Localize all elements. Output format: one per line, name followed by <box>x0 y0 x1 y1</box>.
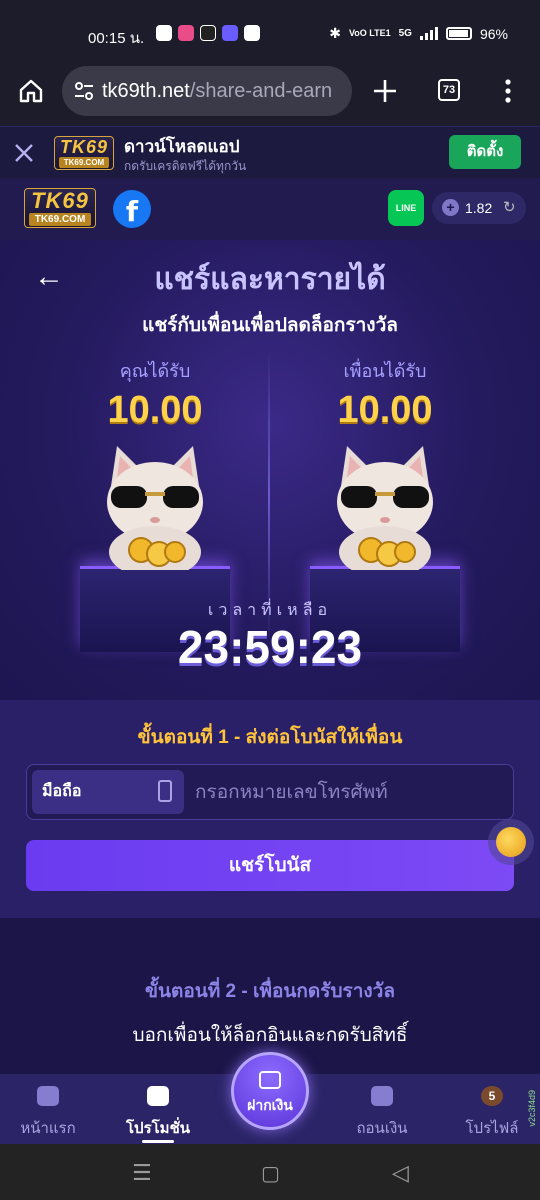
nav-home-label: หน้าแรก <box>20 1120 76 1137</box>
site-logo[interactable]: TK69 TK69.COM <box>24 188 96 228</box>
logo-domain: TK69.COM <box>59 157 109 168</box>
step1-heading: ขั้นตอนที่ 1 - ส่งต่อโบนัสให้เพื่อน <box>137 727 403 748</box>
url-host: tk69th.net <box>102 80 190 102</box>
chat-notification-icon <box>244 25 260 41</box>
step2-heading: ขั้นตอนที่ 2 - เพื่อนกดรับรางวัล <box>145 981 395 1002</box>
banner-title: ดาวน์โหลดแอป <box>124 137 240 156</box>
gift-icon <box>147 1086 169 1106</box>
floating-coin-icon[interactable] <box>496 827 526 857</box>
facebook-icon[interactable]: f <box>113 190 151 228</box>
nav-profile[interactable]: 5 โปรไฟล์ <box>444 1084 540 1140</box>
add-funds-icon[interactable]: + <box>442 199 459 216</box>
nav-withdraw[interactable]: ถอนเงิน <box>334 1084 430 1140</box>
notification-icons <box>156 25 260 41</box>
signal-icon <box>419 27 438 40</box>
site-header: TK69 TK69.COM f LINE + 1.82 ↻ <box>0 178 540 240</box>
recent-apps-icon[interactable]: ☰ <box>132 1160 152 1186</box>
phone-number-input[interactable] <box>195 775 495 811</box>
app-notification-icon <box>178 25 194 41</box>
site-logo-text: TK69 <box>31 188 89 213</box>
cat-with-coins-image <box>107 446 203 570</box>
balance-amount: 1.82 <box>465 200 493 216</box>
share-earn-hero: ← แชร์และหารายได้ แชร์กับเพื่อนเพื่อปลดล… <box>0 240 540 700</box>
network-type: 5G <box>398 28 412 39</box>
share-bonus-button[interactable]: แชร์โบนัส <box>26 840 514 891</box>
deposit-label: ฝากเงิน <box>247 1097 293 1113</box>
page-title: แชร์และหารายได้ <box>154 263 386 296</box>
nav-withdraw-label: ถอนเงิน <box>356 1120 408 1137</box>
step2-description: บอกเพื่อนให้ล็อกอินและกดรับสิทธิ์ <box>132 1025 408 1046</box>
balance-pill: + 1.82 ↻ <box>432 192 526 224</box>
home-icon[interactable] <box>18 78 44 104</box>
url-path: /share-and-earn <box>189 80 333 102</box>
tiktok-notification-icon <box>200 25 216 41</box>
deposit-icon <box>259 1071 281 1089</box>
cat-with-coins-image-friend <box>337 446 433 570</box>
mobile-phone-icon <box>158 780 172 802</box>
profile-badge-icon: 5 <box>481 1086 503 1106</box>
home-button-icon[interactable]: ▢ <box>261 1161 280 1186</box>
friend-receive-panel: เพื่อนได้รับ 10.00 <box>280 356 490 432</box>
site-logo-domain: TK69.COM <box>29 213 91 226</box>
bluetooth-icon: ✱ <box>329 25 341 41</box>
nav-promotions[interactable]: โปรโมชั่น <box>110 1084 206 1143</box>
network-label: VoO LTE1 <box>348 28 391 38</box>
version-label: v2c3f4d9 <box>527 1090 537 1127</box>
step1-section: ขั้นตอนที่ 1 - ส่งต่อโบนัสให้เพื่อน มือถ… <box>0 700 540 918</box>
address-bar[interactable]: tk69th.net/share-and-earn <box>62 66 352 116</box>
countdown-timer: 23:59:23 <box>177 621 363 673</box>
friend-receive-amount: 10.00 <box>337 389 433 431</box>
android-navigation-bar: ☰ ▢ ◁ <box>0 1144 540 1200</box>
deposit-button[interactable]: ฝากเงิน <box>231 1052 309 1130</box>
install-button[interactable]: ติดตั้ง <box>449 135 521 169</box>
banner-subtitle: กดรับเครดิตฟรีได้ทุกวัน <box>124 159 247 173</box>
browser-toolbar: tk69th.net/share-and-earn 73 <box>0 62 540 126</box>
phone-country-tag[interactable]: มือถือ <box>32 770 184 814</box>
nav-home[interactable]: หน้าแรก <box>0 1084 96 1140</box>
tk69-logo: TK69 TK69.COM <box>54 136 114 170</box>
wallet-icon <box>371 1086 393 1106</box>
status-right: ✱ VoO LTE1 5G 96% <box>329 25 508 42</box>
battery-icon <box>445 27 472 40</box>
nav-profile-label: โปรไฟล์ <box>465 1120 519 1137</box>
step2-section: ขั้นตอนที่ 2 - เพื่อนกดรับรางวัล บอกเพื่… <box>0 918 540 1074</box>
page-subtitle: แชร์กับเพื่อนเพื่อปลดล็อกรางวัล <box>142 315 398 336</box>
status-time: 00:15 น. <box>88 30 145 47</box>
site-settings-icon[interactable] <box>74 82 94 100</box>
new-tab-icon[interactable] <box>372 78 398 104</box>
nav-promotions-label: โปรโมชั่น <box>125 1120 190 1137</box>
tab-switcher-button[interactable]: 73 <box>438 79 460 101</box>
refresh-icon[interactable]: ↻ <box>503 198 516 216</box>
you-receive-panel: คุณได้รับ 10.00 <box>50 356 260 432</box>
you-receive-label: คุณได้รับ <box>119 361 191 381</box>
line-notification-icon <box>156 25 172 41</box>
logo-text: TK69 <box>59 137 108 157</box>
discord-notification-icon <box>222 25 238 41</box>
status-bar: 00:15 น. ✱ VoO LTE1 5G 96% <box>0 0 540 62</box>
reward-divider <box>268 350 270 640</box>
phone-tag-label: มือถือ <box>42 783 82 800</box>
line-icon[interactable]: LINE <box>388 190 424 226</box>
you-receive-amount: 10.00 <box>107 389 203 431</box>
more-options-icon[interactable] <box>503 78 513 104</box>
phone-field: มือถือ <box>26 764 514 820</box>
friend-receive-label: เพื่อนได้รับ <box>343 361 427 381</box>
back-icon[interactable]: ◁ <box>392 1160 409 1186</box>
close-icon[interactable] <box>14 143 34 163</box>
home-icon <box>37 1086 59 1106</box>
app-install-banner: TK69 TK69.COM ดาวน์โหลดแอป กดรับเครดิตฟร… <box>0 126 540 178</box>
battery-percent: 96% <box>479 25 508 42</box>
url-text: tk69th.net/share-and-earn <box>102 80 342 103</box>
